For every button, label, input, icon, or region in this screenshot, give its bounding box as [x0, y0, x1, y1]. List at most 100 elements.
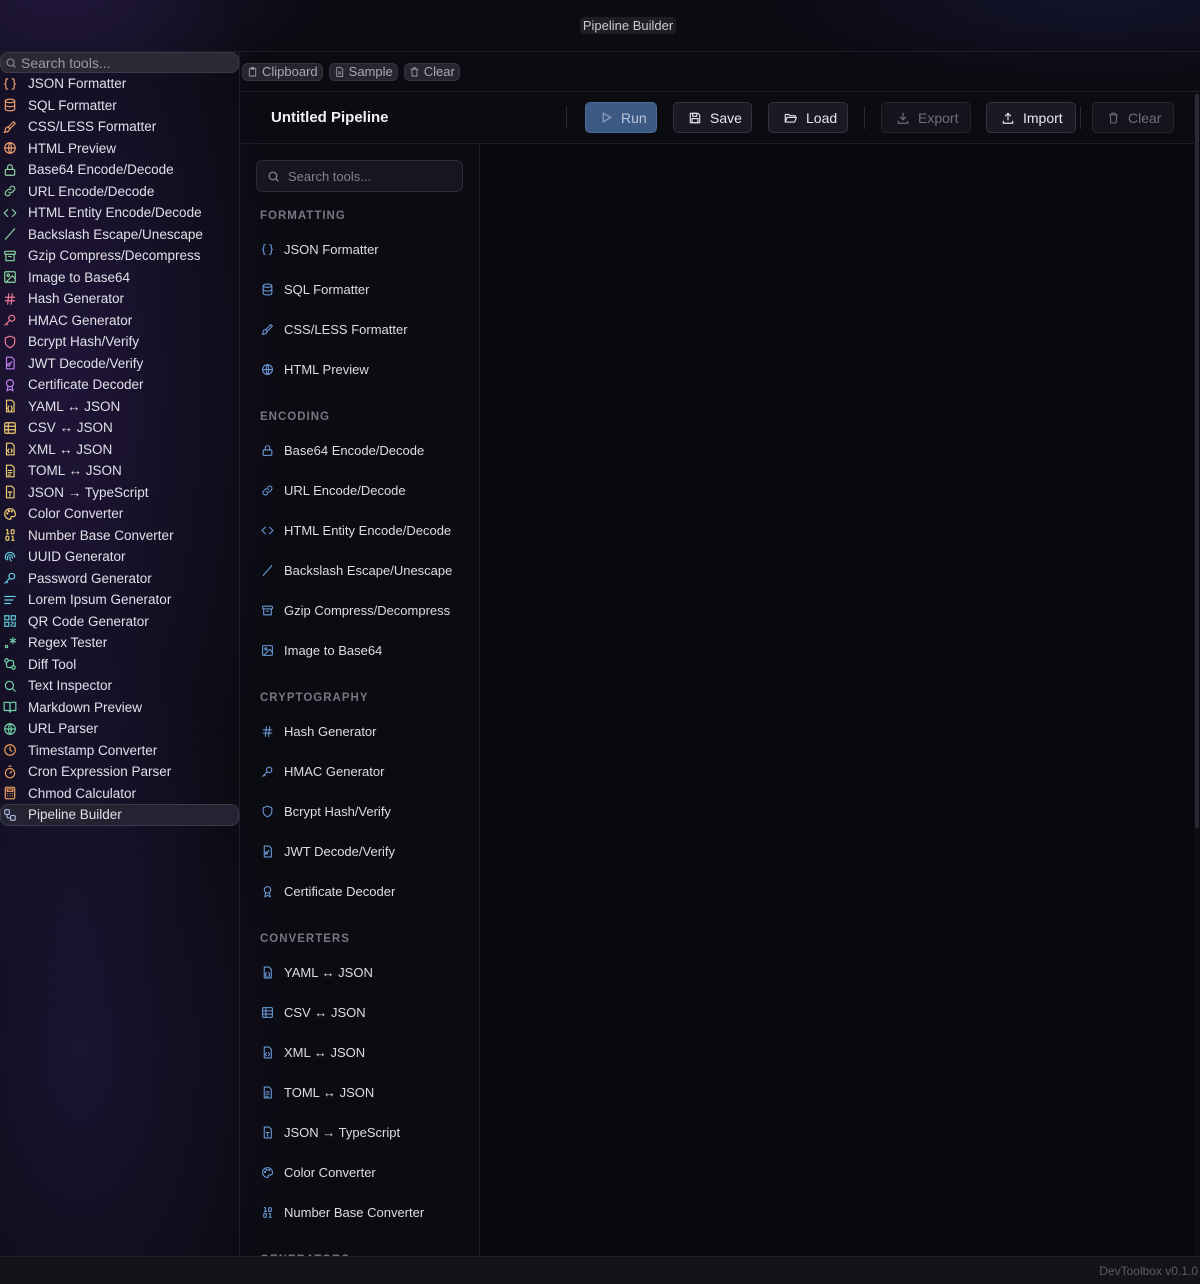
palette-item[interactable]: HMAC Generator	[260, 761, 384, 781]
file-json-icon	[260, 965, 274, 979]
sidebar-item[interactable]: Regex Tester	[0, 632, 239, 654]
sample-button[interactable]: Sample	[328, 62, 398, 81]
clipboard-button[interactable]: Clipboard	[242, 62, 323, 81]
clipboard-icon	[247, 66, 258, 78]
divider	[864, 106, 865, 129]
sidebar-item[interactable]: Gzip Compress/Decompress	[0, 245, 239, 267]
sidebar-item-label: YAML ↔ JSON	[28, 398, 121, 414]
pipeline-canvas[interactable]	[480, 144, 1194, 1256]
sidebar-item[interactable]: XML ↔ JSON	[0, 439, 239, 461]
palette-item[interactable]: XML ↔ JSON	[260, 1042, 365, 1062]
sidebar-item-label: HTML Entity Encode/Decode	[28, 205, 202, 221]
sidebar-item[interactable]: HTML Entity Encode/Decode	[0, 202, 239, 224]
fingerprint-icon	[1, 548, 19, 566]
sidebar-item[interactable]: Cron Expression Parser	[0, 761, 239, 783]
trash-icon	[1107, 111, 1120, 125]
file-code-icon	[260, 1045, 274, 1059]
sidebar-item[interactable]: HMAC Generator	[0, 310, 239, 332]
sidebar-item[interactable]: Password Generator	[0, 568, 239, 590]
sidebar-item[interactable]: JSON → TypeScript	[0, 482, 239, 504]
sidebar-item[interactable]: UUID Generator	[0, 546, 239, 568]
sidebar-item-label: Regex Tester	[28, 635, 108, 651]
sidebar-search-input[interactable]	[21, 54, 231, 71]
sidebar-item-label: SQL Formatter	[28, 97, 117, 113]
palette-item[interactable]: Number Base Converter	[260, 1202, 424, 1222]
export-label: Export	[918, 109, 959, 126]
palette-item[interactable]: CSV ↔ JSON	[260, 1002, 366, 1022]
palette-item[interactable]: SQL Formatter	[260, 279, 369, 299]
sidebar-item[interactable]: YAML ↔ JSON	[0, 396, 239, 418]
palette-item[interactable]: Image to Base64	[260, 640, 382, 660]
palette-item[interactable]: JSON → TypeScript	[260, 1122, 400, 1142]
palette-item[interactable]: Hash Generator	[260, 721, 377, 741]
palette-item[interactable]: CSS/LESS Formatter	[260, 319, 408, 339]
sidebar-item[interactable]: Markdown Preview	[0, 697, 239, 719]
palette-item[interactable]: Gzip Compress/Decompress	[260, 600, 450, 620]
import-button[interactable]: Import	[986, 102, 1076, 133]
sidebar-item[interactable]: TOML ↔ JSON	[0, 460, 239, 482]
save-button[interactable]: Save	[673, 102, 752, 133]
palette-icon	[1, 505, 19, 523]
palette-item[interactable]: TOML ↔ JSON	[260, 1082, 374, 1102]
palette-item[interactable]: YAML ↔ JSON	[260, 962, 373, 982]
sidebar-item-label: Diff Tool	[28, 656, 77, 672]
sidebar-item[interactable]: Number Base Converter	[0, 525, 239, 547]
sidebar-item[interactable]: Backslash Escape/Unescape	[0, 224, 239, 246]
palette-item-label: Image to Base64	[284, 642, 383, 658]
palette-item[interactable]: HTML Preview	[260, 359, 369, 379]
sidebar-item[interactable]: Bcrypt Hash/Verify	[0, 331, 239, 353]
palette-search-input[interactable]	[288, 168, 448, 184]
run-button[interactable]: Run	[585, 102, 657, 133]
sidebar-item[interactable]: Lorem Ipsum Generator	[0, 589, 239, 611]
sidebar-item[interactable]: Timestamp Converter	[0, 740, 239, 762]
palette-item[interactable]: JWT Decode/Verify	[260, 841, 395, 861]
sidebar-item-label: JSON Formatter	[28, 76, 127, 92]
sidebar-item[interactable]: Diff Tool	[0, 654, 239, 676]
sidebar-item[interactable]: HTML Preview	[0, 138, 239, 160]
sidebar-search[interactable]	[0, 52, 239, 73]
sidebar-item[interactable]: CSS/LESS Formatter	[0, 116, 239, 138]
sidebar-item[interactable]: QR Code Generator	[0, 611, 239, 633]
paintbrush-icon	[1, 118, 19, 136]
palette-search[interactable]	[256, 160, 463, 192]
database-icon	[260, 282, 274, 296]
clear-pipeline-button[interactable]: Clear	[1092, 102, 1174, 133]
search-icon	[5, 57, 17, 69]
load-button[interactable]: Load	[768, 102, 848, 133]
sidebar-item[interactable]: Hash Generator	[0, 288, 239, 310]
sidebar-item[interactable]: Certificate Decoder	[0, 374, 239, 396]
palette-item[interactable]: Bcrypt Hash/Verify	[260, 801, 391, 821]
git-compare-icon	[1, 655, 19, 673]
calculator-icon	[1, 784, 19, 802]
pipeline-name[interactable]: Untitled Pipeline	[271, 109, 389, 126]
sidebar-item-label: URL Parser	[28, 721, 99, 737]
palette-item[interactable]: Color Converter	[260, 1162, 376, 1182]
sidebar-item[interactable]: Color Converter	[0, 503, 239, 525]
palette-item[interactable]: HTML Entity Encode/Decode	[260, 520, 451, 540]
sidebar-item[interactable]: JWT Decode/Verify	[0, 353, 239, 375]
palette-item[interactable]: URL Encode/Decode	[260, 480, 406, 500]
sidebar-item[interactable]: URL Encode/Decode	[0, 181, 239, 203]
export-button[interactable]: Export	[881, 102, 971, 133]
sidebar-item[interactable]: URL Parser	[0, 718, 239, 740]
file-text-icon	[1, 462, 19, 480]
sidebar-item[interactable]: Text Inspector	[0, 675, 239, 697]
sidebar-item[interactable]: CSV ↔ JSON	[0, 417, 239, 439]
sidebar-item-label: Number Base Converter	[28, 527, 174, 543]
scrollbar-thumb[interactable]	[1195, 94, 1199, 828]
palette-item[interactable]: JSON Formatter	[260, 239, 379, 259]
clear-input-button[interactable]: Clear	[403, 62, 460, 81]
sidebar-item[interactable]: JSON Formatter	[0, 73, 239, 95]
sidebar-item[interactable]: Pipeline Builder	[0, 804, 239, 826]
folder-open-icon	[783, 111, 798, 125]
code-icon	[260, 523, 274, 537]
palette-item[interactable]: Base64 Encode/Decode	[260, 440, 424, 460]
sidebar-item[interactable]: SQL Formatter	[0, 95, 239, 117]
palette-item-label: Backslash Escape/Unescape	[284, 562, 453, 578]
sidebar-item-label: XML ↔ JSON	[28, 441, 113, 457]
sidebar-item[interactable]: Base64 Encode/Decode	[0, 159, 239, 181]
sidebar-item[interactable]: Chmod Calculator	[0, 783, 239, 805]
palette-item[interactable]: Backslash Escape/Unescape	[260, 560, 452, 580]
sidebar-item[interactable]: Image to Base64	[0, 267, 239, 289]
palette-item[interactable]: Certificate Decoder	[260, 881, 395, 901]
